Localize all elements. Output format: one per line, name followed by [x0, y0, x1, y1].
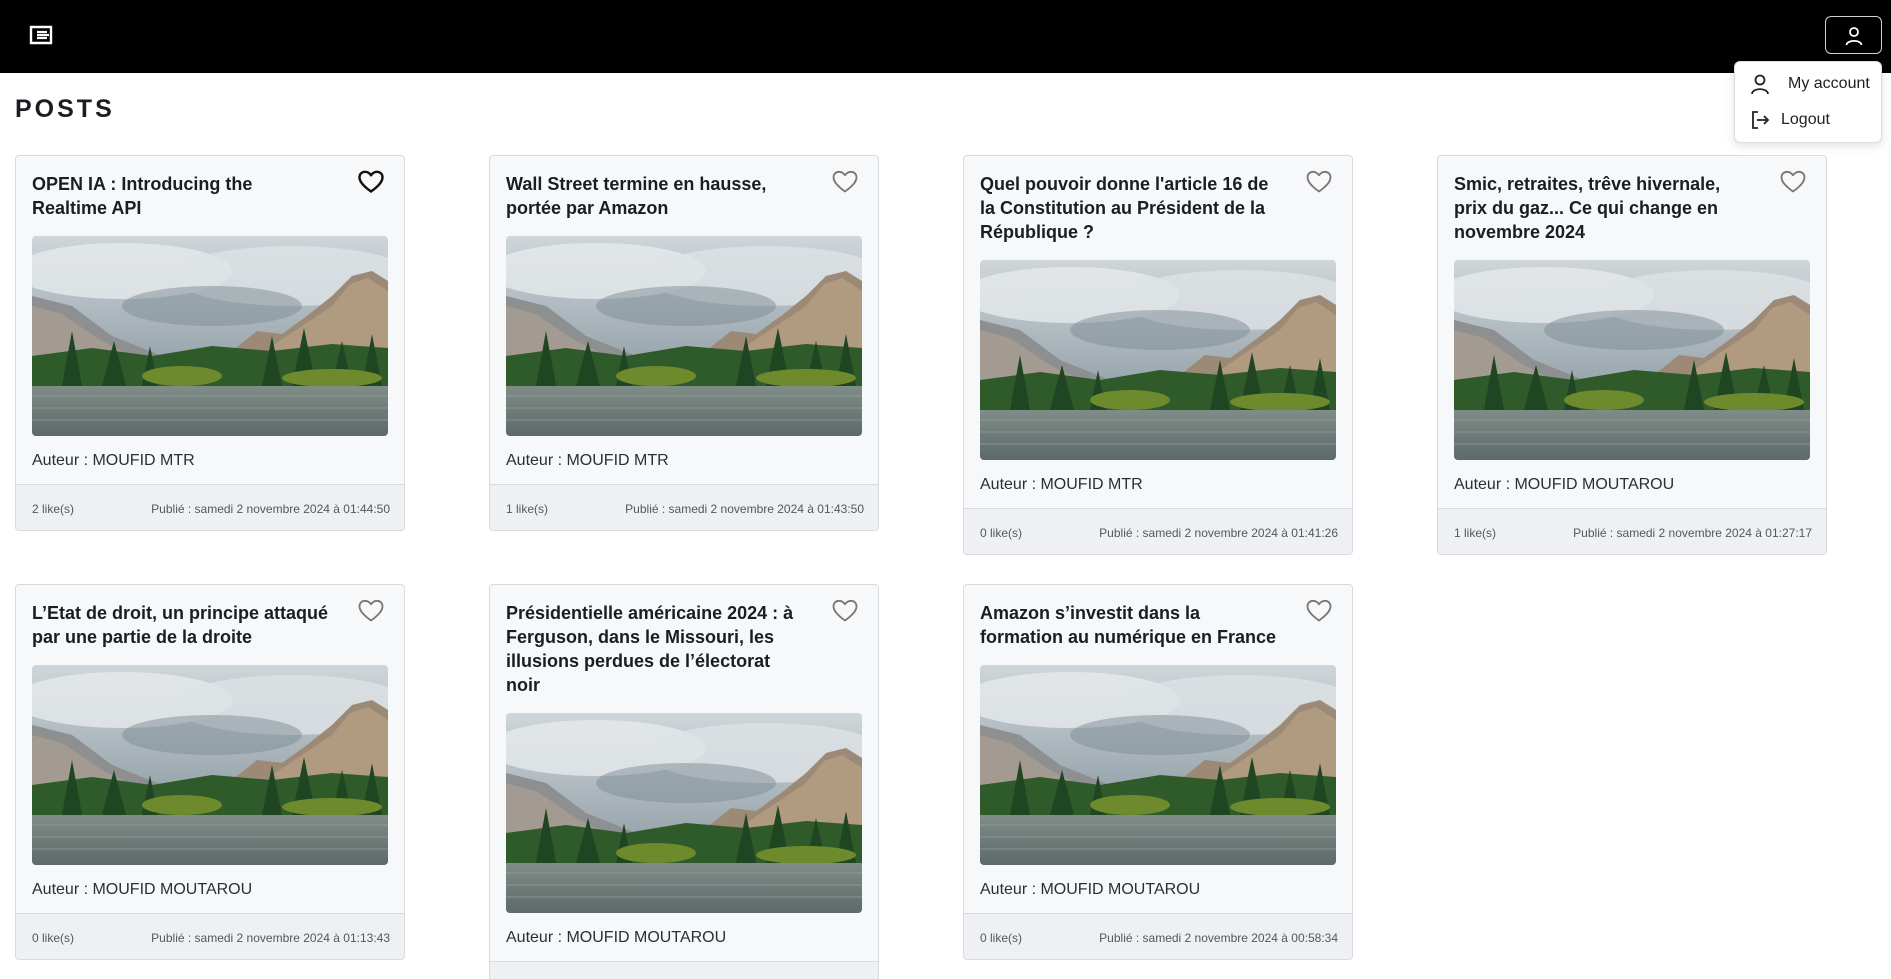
post-card[interactable]: L’Etat de droit, un principe attaqué par…: [15, 584, 405, 960]
post-card[interactable]: Smic, retraites, trêve hivernale, prix d…: [1437, 155, 1827, 555]
post-title[interactable]: Amazon s’investit dans la formation au n…: [980, 601, 1280, 649]
post-card[interactable]: Wall Street termine en hausse, portée pa…: [489, 155, 879, 531]
published-date: Publié : samedi 2 novembre 2024 à 01:44:…: [151, 502, 390, 516]
post-card[interactable]: Quel pouvoir donne l'article 16 de la Co…: [963, 155, 1353, 555]
like-heart-icon[interactable]: [832, 170, 858, 194]
post-title[interactable]: Smic, retraites, trêve hivernale, prix d…: [1454, 172, 1754, 244]
likes-count: 2 like(s): [32, 502, 75, 516]
like-heart-icon[interactable]: [1306, 599, 1332, 623]
user-icon: [1751, 74, 1769, 95]
likes-count: 0 like(s): [32, 931, 75, 945]
page-title: POSTS: [15, 95, 115, 123]
post-footer: 0 like(s) Publié : samedi 2 novembre 2024…: [16, 913, 404, 959]
account-menu-button[interactable]: [1825, 16, 1882, 54]
post-card[interactable]: Amazon s’investit dans la formation au n…: [963, 584, 1353, 960]
brand-logo-icon[interactable]: [29, 25, 55, 45]
post-card[interactable]: Présidentielle américaine 2024 : à Fergu…: [489, 584, 879, 979]
likes-count: 1 like(s): [506, 502, 549, 516]
likes-count: 1 like(s): [1454, 526, 1497, 540]
post-image: [506, 713, 862, 913]
post-image: [1454, 260, 1810, 460]
post-author: Auteur : MOUFID MTR: [506, 452, 669, 469]
post-author: Auteur : MOUFID MOUTAROU: [1454, 476, 1675, 493]
like-heart-icon[interactable]: [358, 599, 384, 623]
post-image: [980, 260, 1336, 460]
post-footer: 0 like(s) Publié : samedi 2 novembre 2024…: [964, 508, 1352, 554]
post-footer: 2 like(s) Publié : samedi 2 novembre 2024…: [16, 484, 404, 530]
post-footer: 0 like(s)Publié : samedi 2 novembre 2024…: [490, 961, 878, 979]
top-navbar: [0, 0, 1891, 73]
like-heart-icon[interactable]: [1780, 170, 1806, 194]
post-title[interactable]: Wall Street termine en hausse, portée pa…: [506, 172, 806, 220]
post-image: [32, 665, 388, 865]
user-icon: [1845, 27, 1863, 46]
post-author: Auteur : MOUFID MTR: [980, 476, 1143, 493]
post-footer: 1 like(s) Publié : samedi 2 novembre 2024…: [1438, 508, 1826, 554]
post-author: Auteur : MOUFID MTR: [32, 452, 195, 469]
post-author: Auteur : MOUFID MOUTAROU: [980, 881, 1201, 898]
my-account-label: My account: [1788, 75, 1870, 92]
published-date: Publié : samedi 2 novembre 2024 à 01:27:…: [1573, 526, 1812, 540]
post-image: [506, 236, 862, 436]
post-footer: 0 like(s) Publié : samedi 2 novembre 2024…: [964, 913, 1352, 959]
published-date: Publié : samedi 2 novembre 2024 à 01:43:…: [625, 502, 864, 516]
like-heart-icon[interactable]: [358, 170, 384, 194]
like-heart-icon[interactable]: [832, 599, 858, 623]
logout-icon: [1752, 111, 1770, 129]
post-author: Auteur : MOUFID MOUTAROU: [32, 881, 253, 898]
logout-menu-item[interactable]: Logout: [1735, 103, 1881, 135]
published-date: Publié : samedi 2 novembre 2024 à 01:41:…: [1099, 526, 1338, 540]
likes-count: 0 like(s): [980, 526, 1023, 540]
post-title[interactable]: Quel pouvoir donne l'article 16 de la Co…: [980, 172, 1280, 244]
published-date: Publié : samedi 2 novembre 2024 à 00:58:…: [1099, 931, 1338, 945]
post-title[interactable]: L’Etat de droit, un principe attaqué par…: [32, 601, 332, 649]
post-title[interactable]: Présidentielle américaine 2024 : à Fergu…: [506, 601, 806, 697]
post-card[interactable]: OPEN IA : Introducing the Realtime API A…: [15, 155, 405, 531]
post-image: [980, 665, 1336, 865]
my-account-menu-item[interactable]: My account: [1735, 67, 1881, 99]
post-author: Auteur : MOUFID MOUTAROU: [506, 929, 727, 946]
post-footer: 1 like(s) Publié : samedi 2 novembre 2024…: [490, 484, 878, 530]
post-title[interactable]: OPEN IA : Introducing the Realtime API: [32, 172, 332, 220]
account-dropdown-menu: My account Logout: [1734, 61, 1882, 143]
like-heart-icon[interactable]: [1306, 170, 1332, 194]
logout-label: Logout: [1781, 111, 1830, 128]
post-image: [32, 236, 388, 436]
likes-count: 0 like(s): [980, 931, 1023, 945]
published-date: Publié : samedi 2 novembre 2024 à 01:13:…: [151, 931, 390, 945]
